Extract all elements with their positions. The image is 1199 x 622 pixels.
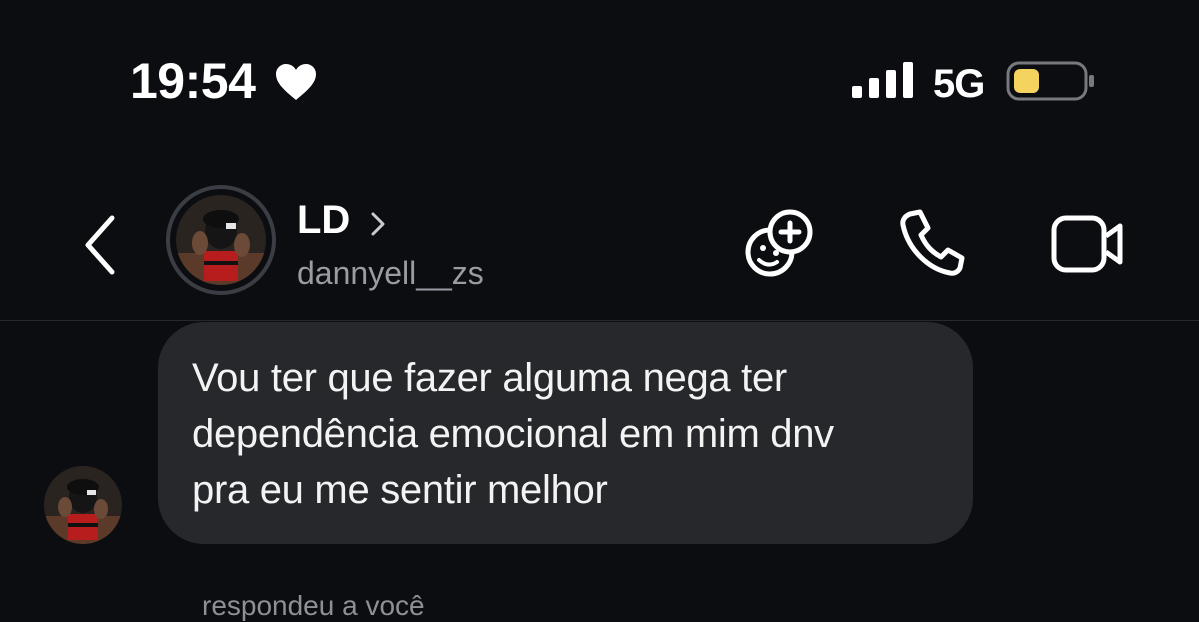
back-chevron-icon[interactable] (78, 210, 122, 280)
chevron-right-icon[interactable] (368, 206, 390, 242)
status-bar: 19:54 5G (0, 0, 1199, 150)
contact-avatar[interactable] (166, 185, 276, 295)
cellular-signal-icon (852, 62, 913, 98)
status-time: 19:54 (130, 53, 256, 109)
effects-icon[interactable] (742, 206, 818, 282)
phone-icon[interactable] (896, 206, 968, 278)
sender-avatar[interactable] (44, 466, 122, 544)
message-bubble[interactable]: Vou ter que fazer alguma nega ter depend… (158, 322, 973, 544)
battery-low-icon (1006, 61, 1094, 101)
contact-name[interactable]: LD (297, 198, 350, 243)
video-camera-icon[interactable] (1050, 212, 1126, 276)
avatar-image (176, 195, 266, 285)
reply-note: respondeu a você (202, 590, 425, 621)
message-text: Vou ter que fazer alguma nega ter depend… (192, 356, 834, 512)
chat-header: LD dannyell__zs (0, 150, 1199, 321)
contact-username: dannyell__zs (297, 255, 484, 291)
network-type: 5G (933, 62, 985, 106)
heart-icon (276, 64, 316, 100)
